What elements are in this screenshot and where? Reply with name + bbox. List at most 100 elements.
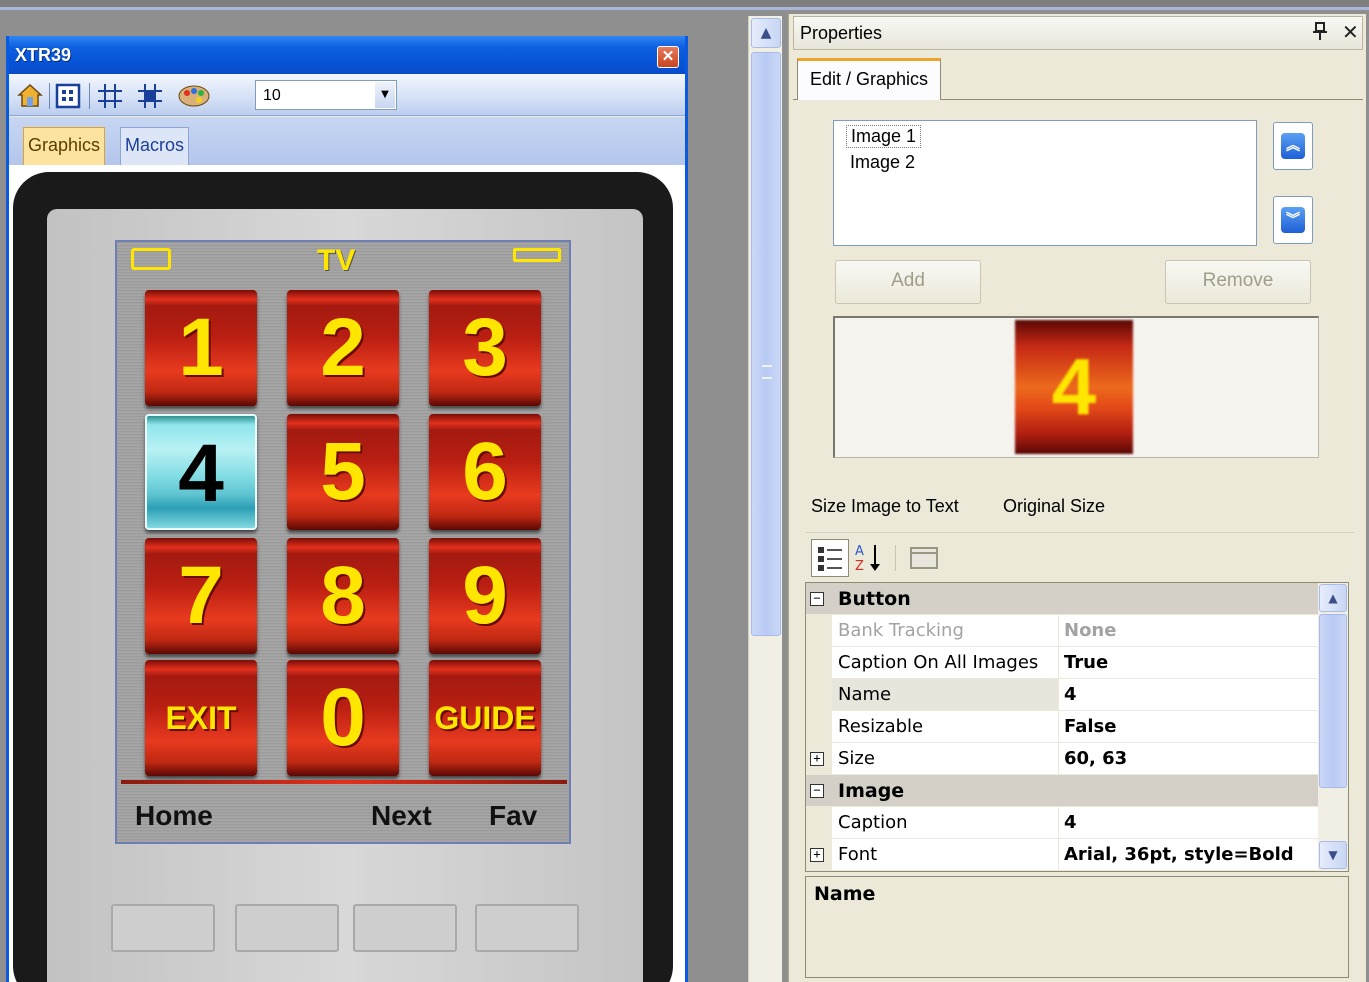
- window-titlebar[interactable]: XTR39 ✕: [9, 36, 685, 74]
- property-grid[interactable]: − Button Bank Tracking None Caption On A…: [805, 582, 1349, 872]
- properties-panel: Properties ✕ Edit / Graphics Image 1 Ima…: [788, 14, 1366, 982]
- original-size-link[interactable]: Original Size: [1003, 496, 1105, 517]
- category-label: Image: [838, 780, 905, 802]
- hard-button-1[interactable]: [111, 904, 215, 952]
- list-item[interactable]: Image 2: [846, 152, 919, 173]
- categorized-icon[interactable]: [811, 539, 849, 577]
- scroll-up-icon[interactable]: ▲: [751, 18, 781, 48]
- key-7[interactable]: 7: [145, 538, 257, 654]
- row-gutter: [806, 615, 832, 646]
- key-label: 4: [178, 428, 224, 519]
- image-list[interactable]: Image 1 Image 2: [833, 120, 1257, 246]
- scroll-thumb[interactable]: [751, 52, 781, 636]
- property-name: Resizable: [838, 716, 924, 737]
- vertical-scrollbar[interactable]: ▲: [748, 16, 782, 982]
- description-pane: Name: [805, 876, 1349, 978]
- scroll-down-icon[interactable]: ▼: [1319, 841, 1347, 869]
- property-name: Size: [838, 748, 875, 769]
- add-button[interactable]: Add: [835, 260, 981, 304]
- key-8[interactable]: 8: [287, 538, 399, 654]
- tab-edit-graphics[interactable]: Edit / Graphics: [797, 58, 942, 100]
- chevron-down-icon[interactable]: ▼: [375, 82, 395, 108]
- property-name: Name: [838, 684, 892, 705]
- property-value[interactable]: 4: [1064, 812, 1077, 833]
- list-item[interactable]: Image 1: [846, 125, 922, 148]
- key-label: 1: [178, 302, 224, 393]
- key-9[interactable]: 9: [429, 538, 541, 654]
- key-6[interactable]: 6: [429, 414, 541, 530]
- expand-icon[interactable]: +: [810, 848, 824, 862]
- category-image[interactable]: − Image: [806, 775, 1318, 807]
- key-label: EXIT: [165, 700, 237, 736]
- collapse-icon[interactable]: −: [810, 592, 824, 606]
- key-label: 0: [320, 672, 366, 763]
- command-links: Size Image to Text Original Size: [803, 496, 1349, 530]
- close-icon[interactable]: ✕: [1342, 20, 1359, 44]
- property-value[interactable]: Arial, 36pt, style=Bold: [1064, 844, 1294, 865]
- key-0[interactable]: 0: [287, 660, 399, 776]
- property-row-font[interactable]: + Font Arial, 36pt, style=Bold: [806, 839, 1318, 871]
- key-label: 6: [462, 426, 508, 517]
- expand-icon[interactable]: +: [810, 752, 824, 766]
- property-value[interactable]: True: [1064, 652, 1108, 673]
- remote-body: TV 1 2 3 4 5 6 7 8 9 EXIT 0 GUIDE Home N…: [13, 172, 673, 982]
- key-exit[interactable]: EXIT: [145, 660, 257, 776]
- tab-macros[interactable]: Macros: [120, 127, 190, 165]
- property-pages-icon[interactable]: [905, 539, 943, 577]
- softkey-next[interactable]: Next: [371, 800, 432, 832]
- property-row-resizable[interactable]: Resizable False: [806, 711, 1318, 743]
- snap-grid-icon[interactable]: [137, 83, 163, 108]
- key-2[interactable]: 2: [287, 290, 399, 406]
- screen-header: TV: [117, 242, 569, 284]
- remote-screen[interactable]: TV 1 2 3 4 5 6 7 8 9 EXIT 0 GUIDE Home N…: [115, 240, 571, 844]
- property-name: Bank Tracking: [838, 620, 964, 641]
- property-value[interactable]: 4: [1064, 684, 1077, 705]
- zoom-select[interactable]: 10 ▼: [255, 80, 397, 110]
- property-row-caption[interactable]: Caption 4: [806, 807, 1318, 839]
- description-title: Name: [814, 883, 876, 905]
- grid-icon[interactable]: [97, 83, 123, 108]
- category-button[interactable]: − Button: [806, 583, 1318, 615]
- double-chevron-down-icon: ︾: [1281, 207, 1305, 233]
- move-down-button[interactable]: ︾: [1273, 196, 1313, 244]
- close-icon[interactable]: ✕: [657, 46, 679, 68]
- hard-button-3[interactable]: [353, 904, 457, 952]
- grid-scrollbar[interactable]: ▲ ▼: [1318, 583, 1348, 871]
- hard-button-2[interactable]: [235, 904, 339, 952]
- property-value[interactable]: 60, 63: [1064, 748, 1127, 769]
- properties-tabs: Edit / Graphics: [793, 54, 1363, 100]
- remove-button[interactable]: Remove: [1165, 260, 1311, 304]
- editor-toolbar: 10 ▼: [9, 74, 685, 116]
- key-4-selected[interactable]: 4: [145, 414, 257, 530]
- key-1[interactable]: 1: [145, 290, 257, 406]
- softkey-home[interactable]: Home: [135, 800, 213, 832]
- property-row-bank-tracking[interactable]: Bank Tracking None: [806, 615, 1318, 647]
- column-divider: [1058, 647, 1059, 679]
- hard-button-4[interactable]: [475, 904, 579, 952]
- key-label: 7: [178, 550, 224, 641]
- property-value[interactable]: False: [1064, 716, 1116, 737]
- property-row-caption-on-all-images[interactable]: Caption On All Images True: [806, 647, 1318, 679]
- home-icon[interactable]: [17, 83, 43, 107]
- key-5[interactable]: 5: [287, 414, 399, 530]
- property-row-name[interactable]: Name 4: [806, 679, 1318, 711]
- tab-graphics[interactable]: Graphics: [23, 127, 106, 165]
- column-divider: [1058, 615, 1059, 647]
- property-value[interactable]: None: [1064, 620, 1116, 641]
- key-guide[interactable]: GUIDE: [429, 660, 541, 776]
- sort-alphabetical-icon[interactable]: AZ: [851, 539, 889, 577]
- editor-tabs: Graphics Macros: [9, 117, 685, 165]
- property-name: Caption On All Images: [838, 652, 1039, 673]
- palette-icon[interactable]: [177, 83, 211, 107]
- size-image-to-text-link[interactable]: Size Image to Text: [811, 496, 959, 517]
- remote-canvas: TV 1 2 3 4 5 6 7 8 9 EXIT 0 GUIDE Home N…: [9, 165, 685, 982]
- softkey-fav[interactable]: Fav: [489, 800, 537, 832]
- grid-view-icon[interactable]: [55, 83, 81, 109]
- key-3[interactable]: 3: [429, 290, 541, 406]
- collapse-icon[interactable]: −: [810, 784, 824, 798]
- move-up-button[interactable]: ︽: [1273, 122, 1313, 170]
- scroll-up-icon[interactable]: ▲: [1319, 584, 1347, 612]
- pin-icon[interactable]: [1312, 21, 1328, 46]
- scroll-thumb[interactable]: [1319, 614, 1347, 788]
- property-row-size[interactable]: + Size 60, 63: [806, 743, 1318, 775]
